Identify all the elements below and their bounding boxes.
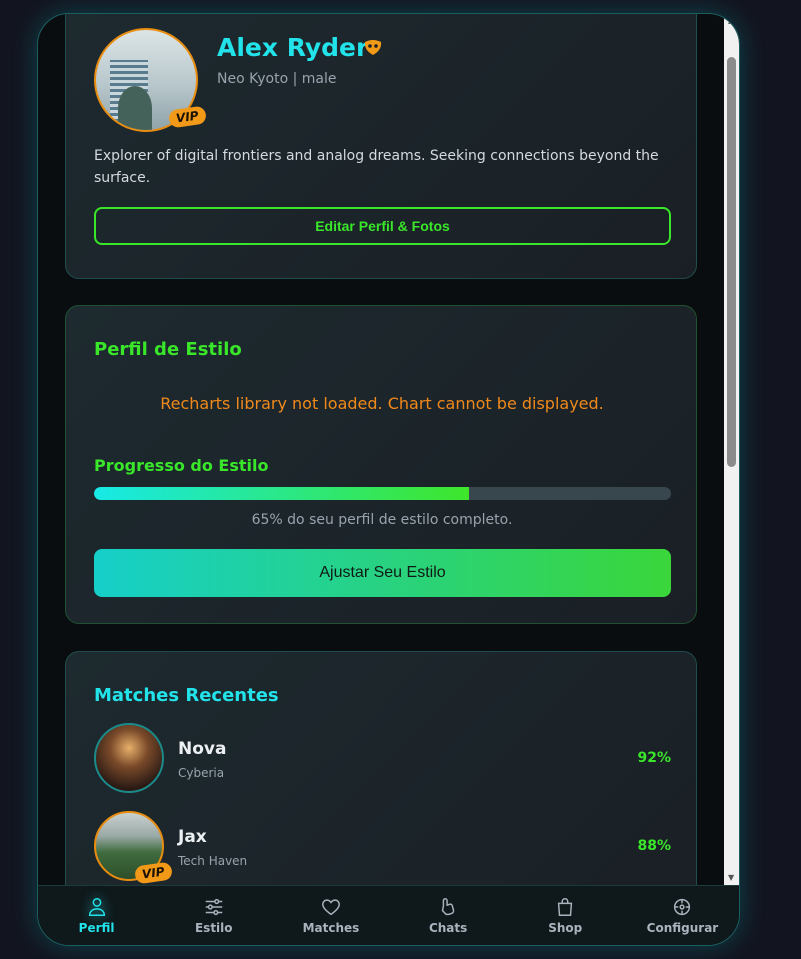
match-location: Tech Haven: [178, 854, 248, 868]
scroll-up-arrow-icon[interactable]: ▲: [728, 17, 734, 25]
edit-profile-button[interactable]: Editar Perfil & Fotos: [94, 207, 671, 245]
profile-card: VIP Alex Ryder Neo Kyoto | male Explorer…: [65, 14, 697, 279]
bottom-nav: Perfil Estilo Matches Chats Shop Configu…: [38, 885, 739, 945]
nav-label: Chats: [428, 921, 468, 935]
mask-icon: [364, 40, 382, 55]
chart-error-message: Recharts library not loaded. Chart canno…: [160, 394, 604, 413]
style-profile-card: Perfil de Estilo Recharts library not lo…: [65, 305, 697, 624]
nav-item-chats[interactable]: Chats: [390, 886, 507, 945]
sliders-icon: [205, 898, 222, 916]
match-item-jax[interactable]: VIP Jax Tech Haven 88%: [94, 811, 671, 885]
adjust-style-button[interactable]: Ajustar Seu Estilo: [94, 549, 671, 597]
scroll-down-arrow-icon[interactable]: ▼: [728, 874, 734, 882]
app-frame: VIP Alex Ryder Neo Kyoto | male Explorer…: [37, 13, 740, 946]
nav-label: Configurar: [646, 921, 719, 935]
match-item-nova[interactable]: Nova Cyberia 92%: [94, 723, 671, 793]
nav-label: Estilo: [194, 921, 233, 935]
heart-icon: [322, 899, 340, 916]
style-progress-bar: [94, 487, 671, 500]
match-score: 92%: [637, 750, 671, 766]
match-avatar: [94, 723, 164, 793]
chat-icon: [441, 898, 455, 916]
profile-location: Neo Kyoto | male: [217, 71, 337, 87]
vip-badge: VIP: [167, 105, 207, 129]
match-score: 88%: [637, 838, 671, 854]
scrollbar-thumb[interactable]: [727, 57, 736, 467]
recent-matches-title: Matches Recentes: [94, 685, 279, 706]
vip-badge: VIP: [133, 861, 173, 885]
nav-item-configurar[interactable]: Configurar: [624, 886, 739, 945]
scrollbar[interactable]: ▲ ▼: [724, 14, 739, 885]
nav-item-matches[interactable]: Matches: [272, 886, 389, 945]
profile-bio: Explorer of digital frontiers and analog…: [94, 148, 659, 186]
shopping-bag-icon: [558, 898, 573, 916]
match-name: Nova: [178, 739, 227, 759]
style-progress-fill: [94, 487, 470, 500]
recent-matches-card: Matches Recentes Nova Cyberia 92% VIP Ja…: [65, 651, 697, 885]
nav-label: Perfil: [78, 921, 115, 935]
scroll-content[interactable]: VIP Alex Ryder Neo Kyoto | male Explorer…: [38, 14, 724, 885]
match-avatar-image: [94, 723, 164, 793]
style-profile-title: Perfil de Estilo: [94, 339, 242, 360]
nav-label: Shop: [548, 921, 583, 935]
profile-avatar[interactable]: VIP: [94, 28, 207, 132]
profile-name: Alex Ryder: [217, 33, 369, 62]
avatar-tree: [118, 86, 152, 130]
settings-icon: [674, 898, 691, 916]
nav-label: Matches: [302, 921, 360, 935]
nav-item-perfil[interactable]: Perfil: [38, 886, 155, 945]
user-icon: [88, 898, 105, 916]
style-progress-text: 65% do seu perfil de estilo completo.: [251, 512, 513, 528]
match-name: Jax: [178, 827, 207, 847]
match-avatar: VIP: [94, 811, 173, 885]
nav-item-shop[interactable]: Shop: [507, 886, 624, 945]
nav-item-estilo[interactable]: Estilo: [155, 886, 272, 945]
style-progress-title: Progresso do Estilo: [94, 456, 269, 475]
match-location: Cyberia: [178, 766, 225, 780]
